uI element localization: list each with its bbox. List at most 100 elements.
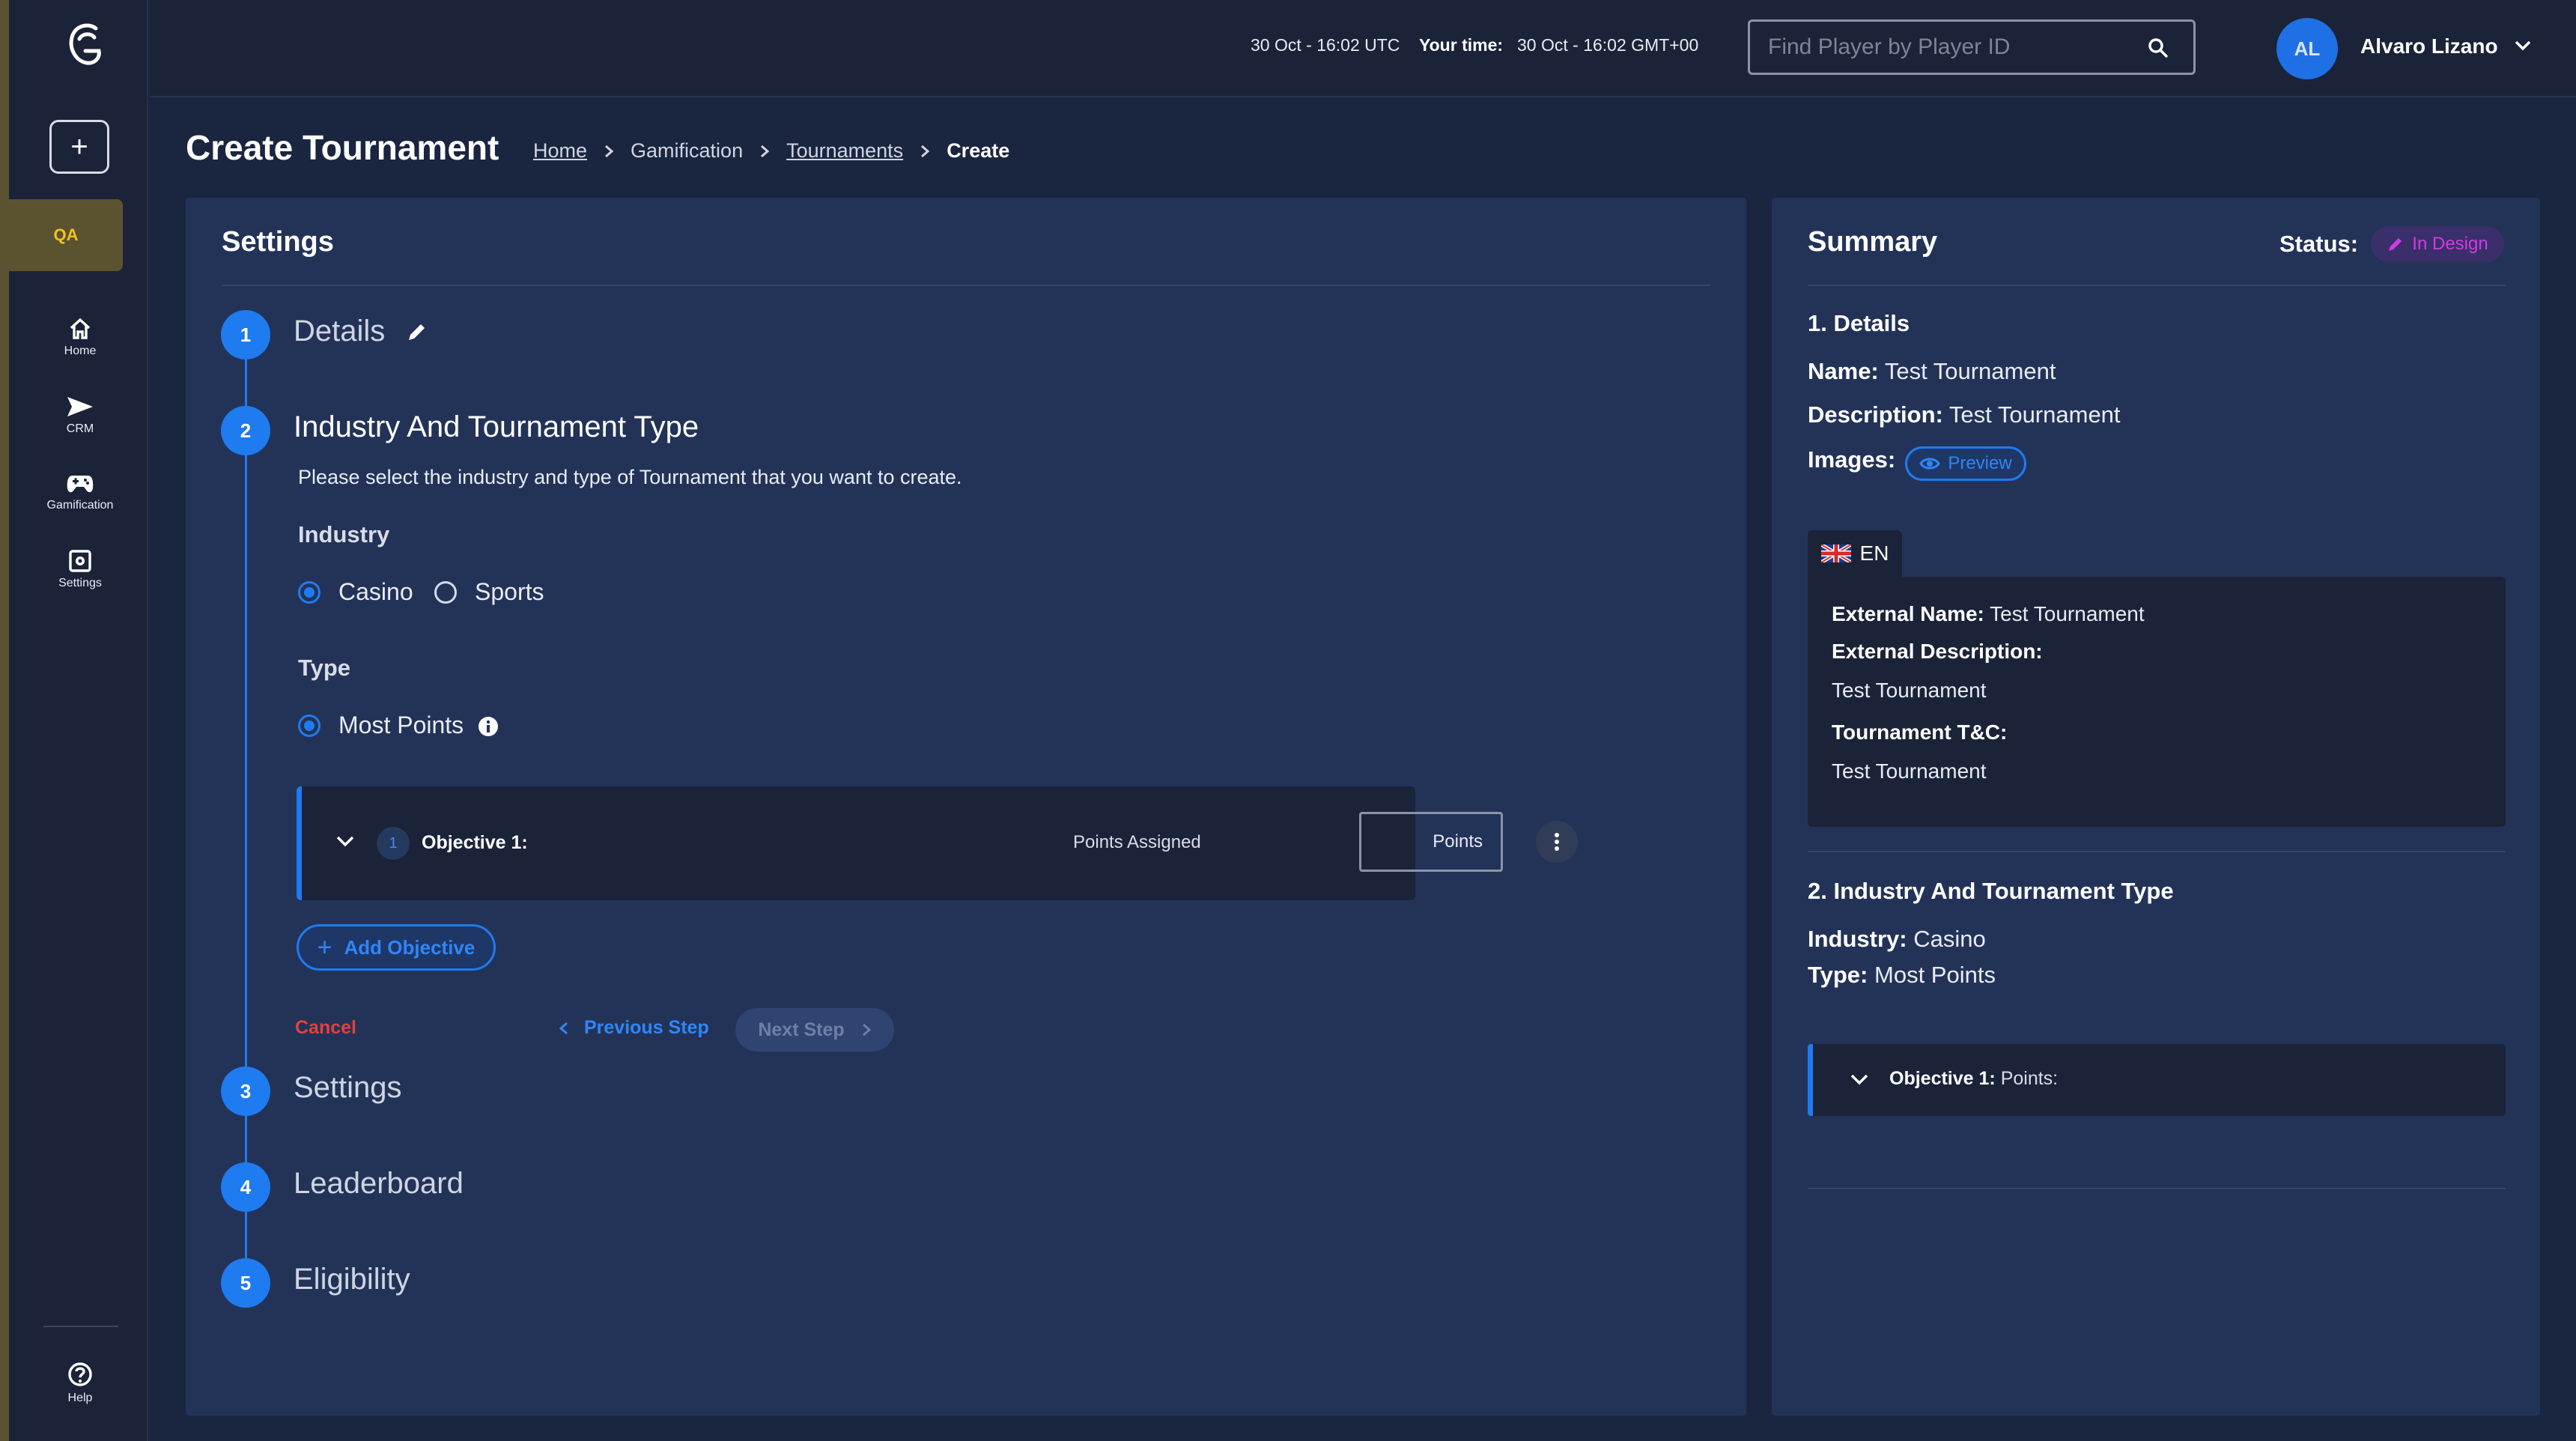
breadcrumb: Home Gamification Tournaments Create [533, 139, 1009, 163]
summary-objective-value: Points: [2000, 1068, 2059, 1089]
sidebar-item-home[interactable]: Home [31, 318, 129, 358]
external-description-value: Test Tournament [1832, 679, 1987, 702]
breadcrumb-tournaments[interactable]: Tournaments [786, 139, 903, 163]
summary-name-label: Name: [1808, 358, 1879, 384]
cancel-button[interactable]: Cancel [295, 1017, 356, 1039]
summary-images-label: Images: [1808, 446, 1896, 473]
app-logo[interactable] [66, 21, 106, 72]
summary-name-row: Name: Test Tournament [1808, 358, 2056, 385]
divider [222, 285, 1710, 286]
step-title-details[interactable]: Details [294, 315, 385, 348]
sidebar: + QA Home CRM Gamification Settings Help [9, 0, 148, 1441]
step-title-eligibility: Eligibility [294, 1263, 410, 1296]
step-number-2: 2 [221, 406, 270, 455]
status-badge: In Design [2371, 226, 2504, 262]
preview-button[interactable]: Preview [1905, 446, 2026, 481]
sidebar-item-label: Gamification [46, 499, 114, 512]
external-description-label-text: External Description: [1832, 640, 2043, 663]
chevron-right-icon [759, 144, 770, 159]
tc-value: Test Tournament [1832, 759, 1987, 783]
external-name-row: External Name: Test Tournament [1832, 602, 2145, 626]
summary-type-label: Type: [1808, 962, 1868, 988]
uk-flag-icon [1820, 544, 1851, 562]
your-time-label: Your time: [1419, 35, 1504, 55]
type-most-points-label[interactable]: Most Points [338, 712, 464, 739]
utc-time: 30 Oct - 16:02 UTC [1251, 35, 1400, 55]
tc-label: Tournament T&C: [1832, 720, 2007, 744]
eye-icon [1919, 458, 1941, 470]
objective-card: 1 Objective 1: Points Assigned [297, 786, 1578, 900]
environment-badge: QA [9, 199, 123, 271]
summary-details-heading: 1. Details [1808, 310, 1910, 336]
sidebar-item-gamification[interactable]: Gamification [31, 473, 129, 512]
edit-pencil-icon [2389, 238, 2402, 251]
summary-industry-value: Casino [1913, 926, 1986, 952]
step-title-settings: Settings [294, 1071, 402, 1104]
points-input[interactable] [1359, 812, 1503, 872]
edit-pencil-icon[interactable] [406, 321, 428, 343]
step-number-4: 4 [221, 1162, 270, 1212]
breadcrumb-home[interactable]: Home [533, 139, 587, 163]
step-number-1: 1 [221, 310, 270, 360]
external-description-label: External Description: [1832, 640, 2043, 664]
language-tab-en[interactable]: EN [1808, 530, 1902, 577]
send-icon [67, 397, 93, 416]
chevron-right-icon [920, 144, 930, 159]
chevron-down-icon[interactable] [1849, 1073, 1870, 1087]
chevron-right-icon [862, 1023, 871, 1037]
player-search-input[interactable] [1768, 34, 2142, 61]
player-search-box [1748, 19, 2196, 75]
info-icon[interactable] [478, 716, 499, 737]
type-most-points-radio[interactable] [298, 715, 321, 737]
step-instructions: Please select the industry and type of T… [298, 466, 962, 488]
industry-sports-label[interactable]: Sports [475, 578, 544, 606]
status-value: In Design [2412, 234, 2488, 254]
sidebar-item-settings[interactable]: Settings [31, 550, 129, 590]
topbar: 30 Oct - 16:02 UTC Your time: 30 Oct - 1… [150, 0, 2576, 97]
plus-icon: + [317, 933, 332, 962]
stepper-line [245, 333, 247, 1291]
divider [1808, 1188, 2506, 1189]
status-label: Status: [2279, 231, 2359, 257]
next-step-button[interactable]: Next Step [735, 1008, 894, 1052]
summary-type-value: Most Points [1874, 962, 1996, 988]
type-label: Type [298, 655, 351, 681]
summary-title: Summary [1808, 226, 1938, 258]
create-new-button[interactable]: + [49, 120, 109, 174]
add-objective-label: Add Objective [344, 935, 476, 959]
sidebar-item-crm[interactable]: CRM [31, 395, 129, 436]
user-avatar[interactable]: AL [2276, 18, 2338, 79]
points-assigned-label: Points Assigned [1073, 832, 1201, 852]
search-icon[interactable] [2147, 37, 2169, 59]
previous-step-button[interactable]: Previous Step [559, 1017, 709, 1039]
sidebar-item-help[interactable]: Help [31, 1362, 129, 1405]
summary-description-row: Description: Test Tournament [1808, 401, 2121, 428]
chevron-down-icon[interactable] [335, 834, 356, 849]
summary-description-value: Test Tournament [1948, 401, 2121, 428]
previous-step-label: Previous Step [584, 1017, 709, 1038]
environment-edge-strip [0, 0, 9, 1441]
summary-panel: Summary Status: In Design 1. Details Nam… [1772, 198, 2540, 1416]
step-number-3: 3 [221, 1067, 270, 1116]
summary-images-row: Images: [1808, 446, 1895, 473]
chevron-left-icon [559, 1022, 568, 1034]
chevron-down-icon[interactable] [2513, 39, 2533, 52]
home-icon [70, 318, 91, 339]
summary-industry-label: Industry: [1808, 926, 1907, 952]
divider [1808, 285, 2506, 286]
add-objective-button[interactable]: + Add Objective [297, 924, 496, 971]
objective-title: Objective 1: [422, 832, 528, 853]
industry-casino-radio[interactable] [298, 581, 321, 604]
industry-casino-label[interactable]: Casino [338, 578, 413, 606]
summary-objective-card[interactable]: Objective 1: Points: [1808, 1044, 2506, 1116]
chevron-right-icon [604, 144, 614, 159]
industry-sports-radio[interactable] [434, 581, 457, 604]
divider [1808, 851, 2506, 852]
user-name[interactable]: Alvaro Lizano [2360, 34, 2498, 58]
objective-menu-button[interactable] [1536, 821, 1578, 863]
settings-panel: Settings 1 Details 2 Industry And Tourna… [186, 198, 1746, 1416]
sidebar-item-label: CRM [66, 422, 94, 435]
sidebar-item-label: Settings [58, 577, 102, 589]
summary-industry-heading: 2. Industry And Tournament Type [1808, 878, 2174, 904]
summary-type-row: Type: Most Points [1808, 962, 1996, 989]
